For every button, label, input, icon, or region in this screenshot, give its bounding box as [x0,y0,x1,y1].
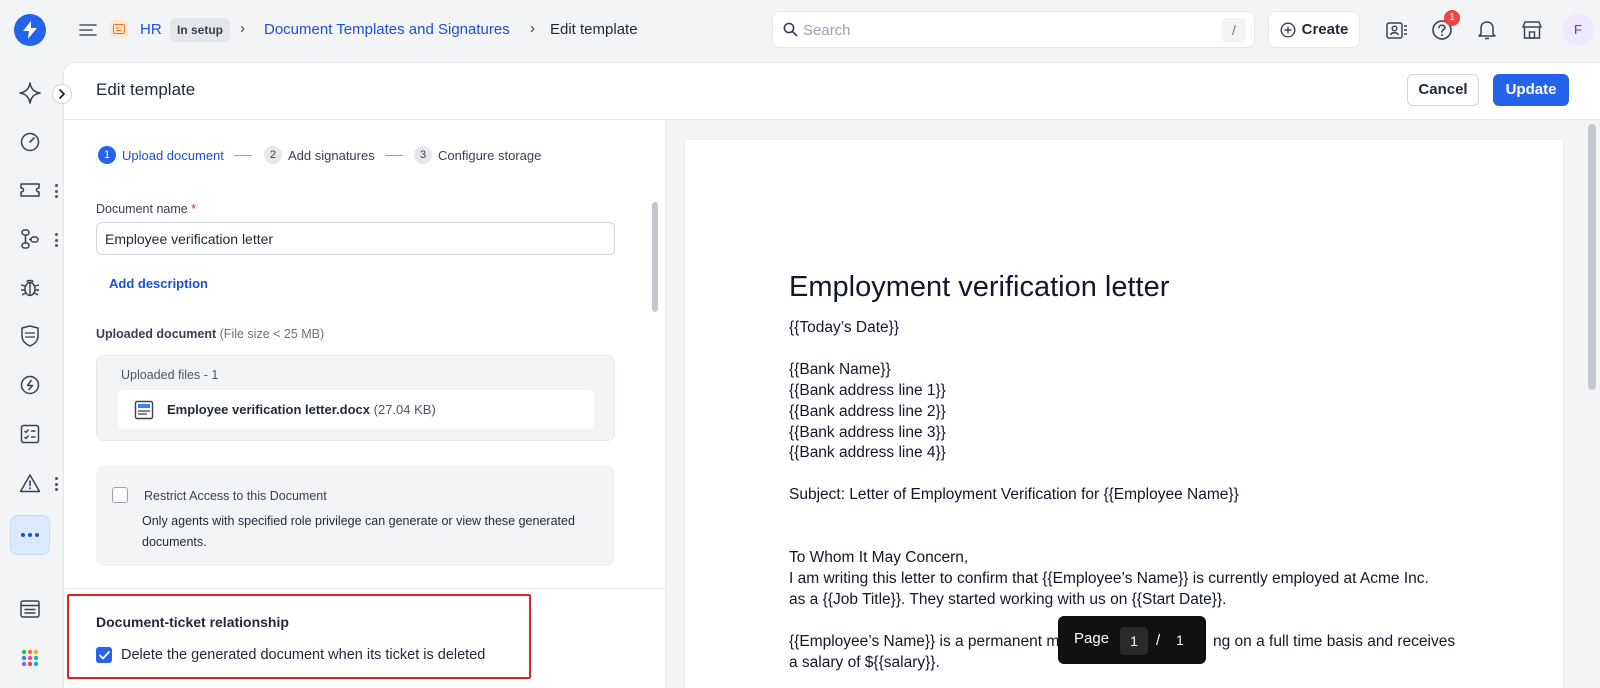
document-line: ng on a full time basis and receives [1213,633,1456,650]
create-label: Create [1301,21,1349,38]
document-line: {{Today’s Date}} [789,319,900,336]
restrict-access-description: Only agents with specified role privileg… [142,514,575,549]
bell-icon[interactable] [1475,18,1499,42]
expand-sidebar-button[interactable] [52,84,72,104]
step-number: 1 [98,146,116,164]
uploaded-files-title: Uploaded files - 1 [121,368,219,382]
file-size-hint: (File size < 25 MB) [219,327,325,341]
status-badge: In setup [170,18,231,42]
step-label: Add signatures [288,147,375,163]
rail-bug-icon[interactable] [10,267,50,307]
step-add-signatures[interactable]: 2 Add signatures [264,146,375,164]
marketplace-icon[interactable] [1520,18,1544,42]
rail-warning-icon[interactable] [10,463,50,503]
contacts-icon[interactable] [1385,18,1409,42]
rail-catalog-icon[interactable] [10,589,50,629]
restrict-access-checkbox[interactable] [112,487,128,503]
step-label: Configure storage [438,147,542,163]
document-heading: Employment verification letter [789,271,1170,303]
cancel-button[interactable]: Cancel [1407,74,1479,106]
breadcrumb-module[interactable]: HR [140,21,162,38]
document-line: {{Employee’s Name}} is a permanent m [789,633,1060,650]
rail-checklist-icon[interactable] [10,414,50,454]
search-shortcut-key: / [1222,18,1246,42]
required-mark: * [191,202,197,216]
page-total: 1 [1176,632,1184,648]
app-logo-icon[interactable] [14,14,46,46]
document-ticket-relationship-title: Document-ticket relationship [96,614,289,630]
file-name: Employee verification letter.docx (27.04… [167,402,436,417]
step-upload-document[interactable]: 1 Upload document [98,146,224,164]
pager-label: Page [1074,630,1110,647]
rail-workflow-icon[interactable] [10,219,50,259]
plus-circle-icon [1280,21,1296,38]
search-input[interactable] [803,20,1183,40]
hr-module-icon [110,20,128,38]
rail-shield-icon[interactable] [10,316,50,356]
avatar[interactable]: F [1562,14,1594,46]
step-configure-storage[interactable]: 3 Configure storage [414,146,541,164]
add-description-link[interactable]: Add description [109,276,208,291]
step-connector [385,155,403,156]
restrict-access-title: Restrict Access to this Document [144,489,327,503]
checkmark-icon [98,650,110,659]
top-bar: HR In setup › Document Templates and Sig… [0,0,1600,60]
chevron-right-icon [59,89,66,99]
document-name-label: Document name * [96,202,197,216]
document-line: {{Bank address line 1}} [789,382,946,399]
rail-warning-more-icon[interactable] [52,477,60,491]
create-button[interactable]: Create [1268,11,1360,48]
document-line: {{Bank Name}} [789,361,891,378]
menu-icon[interactable] [76,18,100,42]
file-size: (27.04 KB) [373,402,436,417]
uploaded-file-item[interactable]: Employee verification letter.docx (27.04… [118,390,594,429]
document-line: a salary of ${{salary}}. [789,654,940,671]
rail-gauge-icon[interactable] [10,122,50,162]
delete-document-label: Delete the generated document when its t… [121,647,486,663]
search-icon [783,22,798,37]
breadcrumb-current: Edit template [550,21,638,38]
restrict-access-box: Restrict Access to this Document Only ag… [96,465,615,566]
uploaded-document-label: Uploaded document (File size < 25 MB) [96,327,325,341]
chevron-right-icon: › [530,20,535,37]
rail-apps-grid-icon[interactable] [10,638,50,678]
document-file-icon [134,400,154,420]
page-navigator: Page / 1 [1058,616,1206,664]
chevron-right-icon: › [240,20,245,37]
form-scrollbar[interactable] [652,202,658,312]
step-connector [234,155,252,156]
step-number: 3 [414,146,432,164]
update-button[interactable]: Update [1493,74,1569,106]
uploaded-files-box: Uploaded files - 1 Employee verification… [96,355,615,441]
preview-scrollbar[interactable] [1588,124,1596,390]
rail-ticket-icon[interactable] [10,170,50,210]
document-line: Subject: Letter of Employment Verificati… [789,486,1239,503]
rail-spark-icon[interactable] [10,73,50,113]
step-number: 2 [264,146,282,164]
rail-ticket-more-icon[interactable] [52,184,60,198]
rail-workflow-more-icon[interactable] [52,233,60,247]
document-line: I am writing this letter to confirm that… [789,570,1429,587]
document-line: {{Bank address line 4}} [789,444,946,461]
search-bar[interactable]: / [772,11,1255,48]
delete-document-checkbox[interactable] [96,647,112,663]
document-line: To Whom It May Concern, [789,549,969,566]
step-label: Upload document [122,147,224,163]
breadcrumb-parent[interactable]: Document Templates and Signatures [264,21,510,38]
document-ticket-relationship-highlight [67,594,531,679]
document-line: {{Bank address line 3}} [789,424,946,441]
help-badge: 1 [1444,10,1460,26]
document-line: {{Bank address line 2}} [789,403,946,420]
pager-separator: / [1156,632,1161,649]
document-name-input[interactable] [96,222,615,255]
document-line: as a {{Job Title}}. They started working… [789,591,1227,608]
page-title: Edit template [96,80,196,99]
page-number-input[interactable] [1120,627,1148,655]
rail-money-icon[interactable] [10,365,50,405]
rail-more-icon[interactable] [10,515,50,555]
